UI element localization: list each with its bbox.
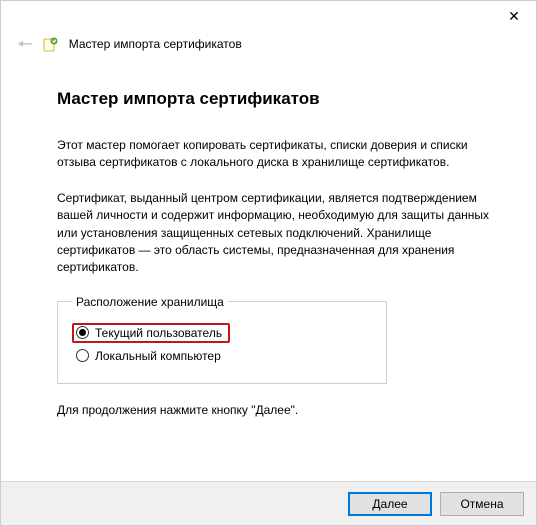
radio-icon [76,349,89,362]
explain-text: Сертификат, выданный центром сертификаци… [57,190,494,277]
wizard-footer: Далее Отмена [1,481,536,525]
store-location-group: Расположение хранилища Текущий пользоват… [57,295,387,384]
radio-selected-dot [79,329,86,336]
wizard-header: 🠔 Мастер импорта сертификатов [1,31,536,61]
page-heading: Мастер импорта сертификатов [57,89,494,109]
radio-current-user[interactable]: Текущий пользователь [72,323,230,343]
intro-text: Этот мастер помогает копировать сертифик… [57,137,494,172]
radio-local-machine-label: Локальный компьютер [95,349,221,363]
cancel-button[interactable]: Отмена [440,492,524,516]
wizard-content: Мастер импорта сертификатов Этот мастер … [1,61,536,447]
certificate-wizard-icon [43,36,59,52]
radio-local-machine[interactable]: Локальный компьютер [72,347,372,365]
titlebar: ✕ [1,1,536,31]
continue-hint: Для продолжения нажмите кнопку "Далее". [57,402,494,419]
close-button[interactable]: ✕ [492,1,536,31]
radio-current-user-label: Текущий пользователь [95,326,222,340]
next-button[interactable]: Далее [348,492,432,516]
close-icon: ✕ [508,8,520,25]
wizard-title: Мастер импорта сертификатов [69,37,242,51]
group-legend: Расположение хранилища [72,295,228,309]
radio-icon [76,326,89,339]
back-arrow-icon: 🠔 [17,35,33,53]
